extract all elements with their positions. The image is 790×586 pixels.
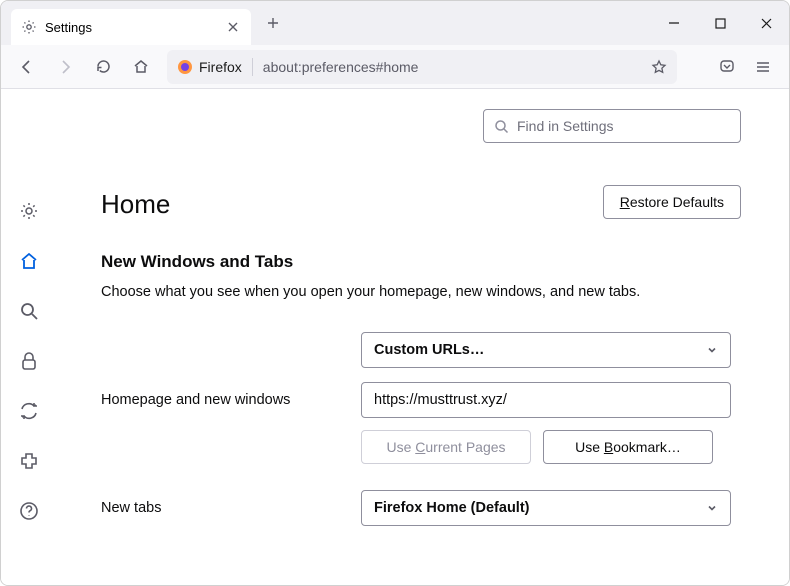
identity-label: Firefox: [199, 59, 242, 75]
close-icon[interactable]: [225, 19, 241, 35]
toolbar-right: [711, 51, 779, 83]
sidebar-item-sync[interactable]: [15, 397, 43, 425]
newtabs-label: New tabs: [101, 500, 341, 516]
homepage-url-value: https://musttrust.xyz/: [374, 392, 507, 408]
restore-defaults-button[interactable]: Restore Defaults: [603, 185, 741, 219]
section-description: Choose what you see when you open your h…: [101, 282, 759, 302]
sidebar: [1, 89, 57, 585]
search-icon: [494, 119, 509, 134]
gear-icon: [21, 19, 37, 35]
toolbar: Firefox about:preferences#home: [1, 45, 789, 89]
search-settings-input[interactable]: Find in Settings: [483, 109, 741, 143]
sidebar-item-help[interactable]: [15, 497, 43, 525]
homepage-url-input[interactable]: https://musttrust.xyz/: [361, 382, 731, 418]
sidebar-item-privacy[interactable]: [15, 347, 43, 375]
main-panel: Find in Settings Home Restore Defaults N…: [57, 89, 789, 585]
content: Find in Settings Home Restore Defaults N…: [1, 89, 789, 585]
separator: [252, 58, 253, 76]
chevron-down-icon: [706, 502, 718, 514]
new-tab-button[interactable]: [259, 9, 287, 37]
sidebar-item-search[interactable]: [15, 297, 43, 325]
url-bar[interactable]: Firefox about:preferences#home: [167, 50, 677, 84]
window-close-button[interactable]: [743, 1, 789, 45]
reload-button[interactable]: [87, 51, 119, 83]
browser-window: Settings: [0, 0, 790, 586]
section-heading: New Windows and Tabs: [101, 252, 759, 272]
homepage-label: Homepage and new windows: [101, 392, 341, 408]
search-placeholder: Find in Settings: [517, 118, 614, 134]
window-controls: [651, 1, 789, 45]
home-button[interactable]: [125, 51, 157, 83]
maximize-button[interactable]: [697, 1, 743, 45]
sidebar-item-extensions[interactable]: [15, 447, 43, 475]
bookmark-star-icon[interactable]: [651, 59, 667, 75]
tab-title: Settings: [45, 20, 217, 35]
forward-button[interactable]: [49, 51, 81, 83]
minimize-button[interactable]: [651, 1, 697, 45]
select-value: Firefox Home (Default): [374, 500, 530, 516]
pocket-icon[interactable]: [711, 51, 743, 83]
homepage-mode-select[interactable]: Custom URLs…: [361, 332, 731, 368]
menu-icon[interactable]: [747, 51, 779, 83]
use-current-pages-button[interactable]: Use Current Pages: [361, 430, 531, 464]
titlebar: Settings: [1, 1, 789, 45]
back-button[interactable]: [11, 51, 43, 83]
firefox-icon: Firefox: [177, 59, 242, 75]
newtabs-select[interactable]: Firefox Home (Default): [361, 490, 731, 526]
tab-settings[interactable]: Settings: [11, 9, 251, 45]
chevron-down-icon: [706, 344, 718, 356]
sidebar-item-home[interactable]: [15, 247, 43, 275]
url-text: about:preferences#home: [263, 59, 641, 75]
sidebar-item-general[interactable]: [15, 197, 43, 225]
use-bookmark-button[interactable]: Use Bookmark…: [543, 430, 713, 464]
select-value: Custom URLs…: [374, 342, 484, 358]
